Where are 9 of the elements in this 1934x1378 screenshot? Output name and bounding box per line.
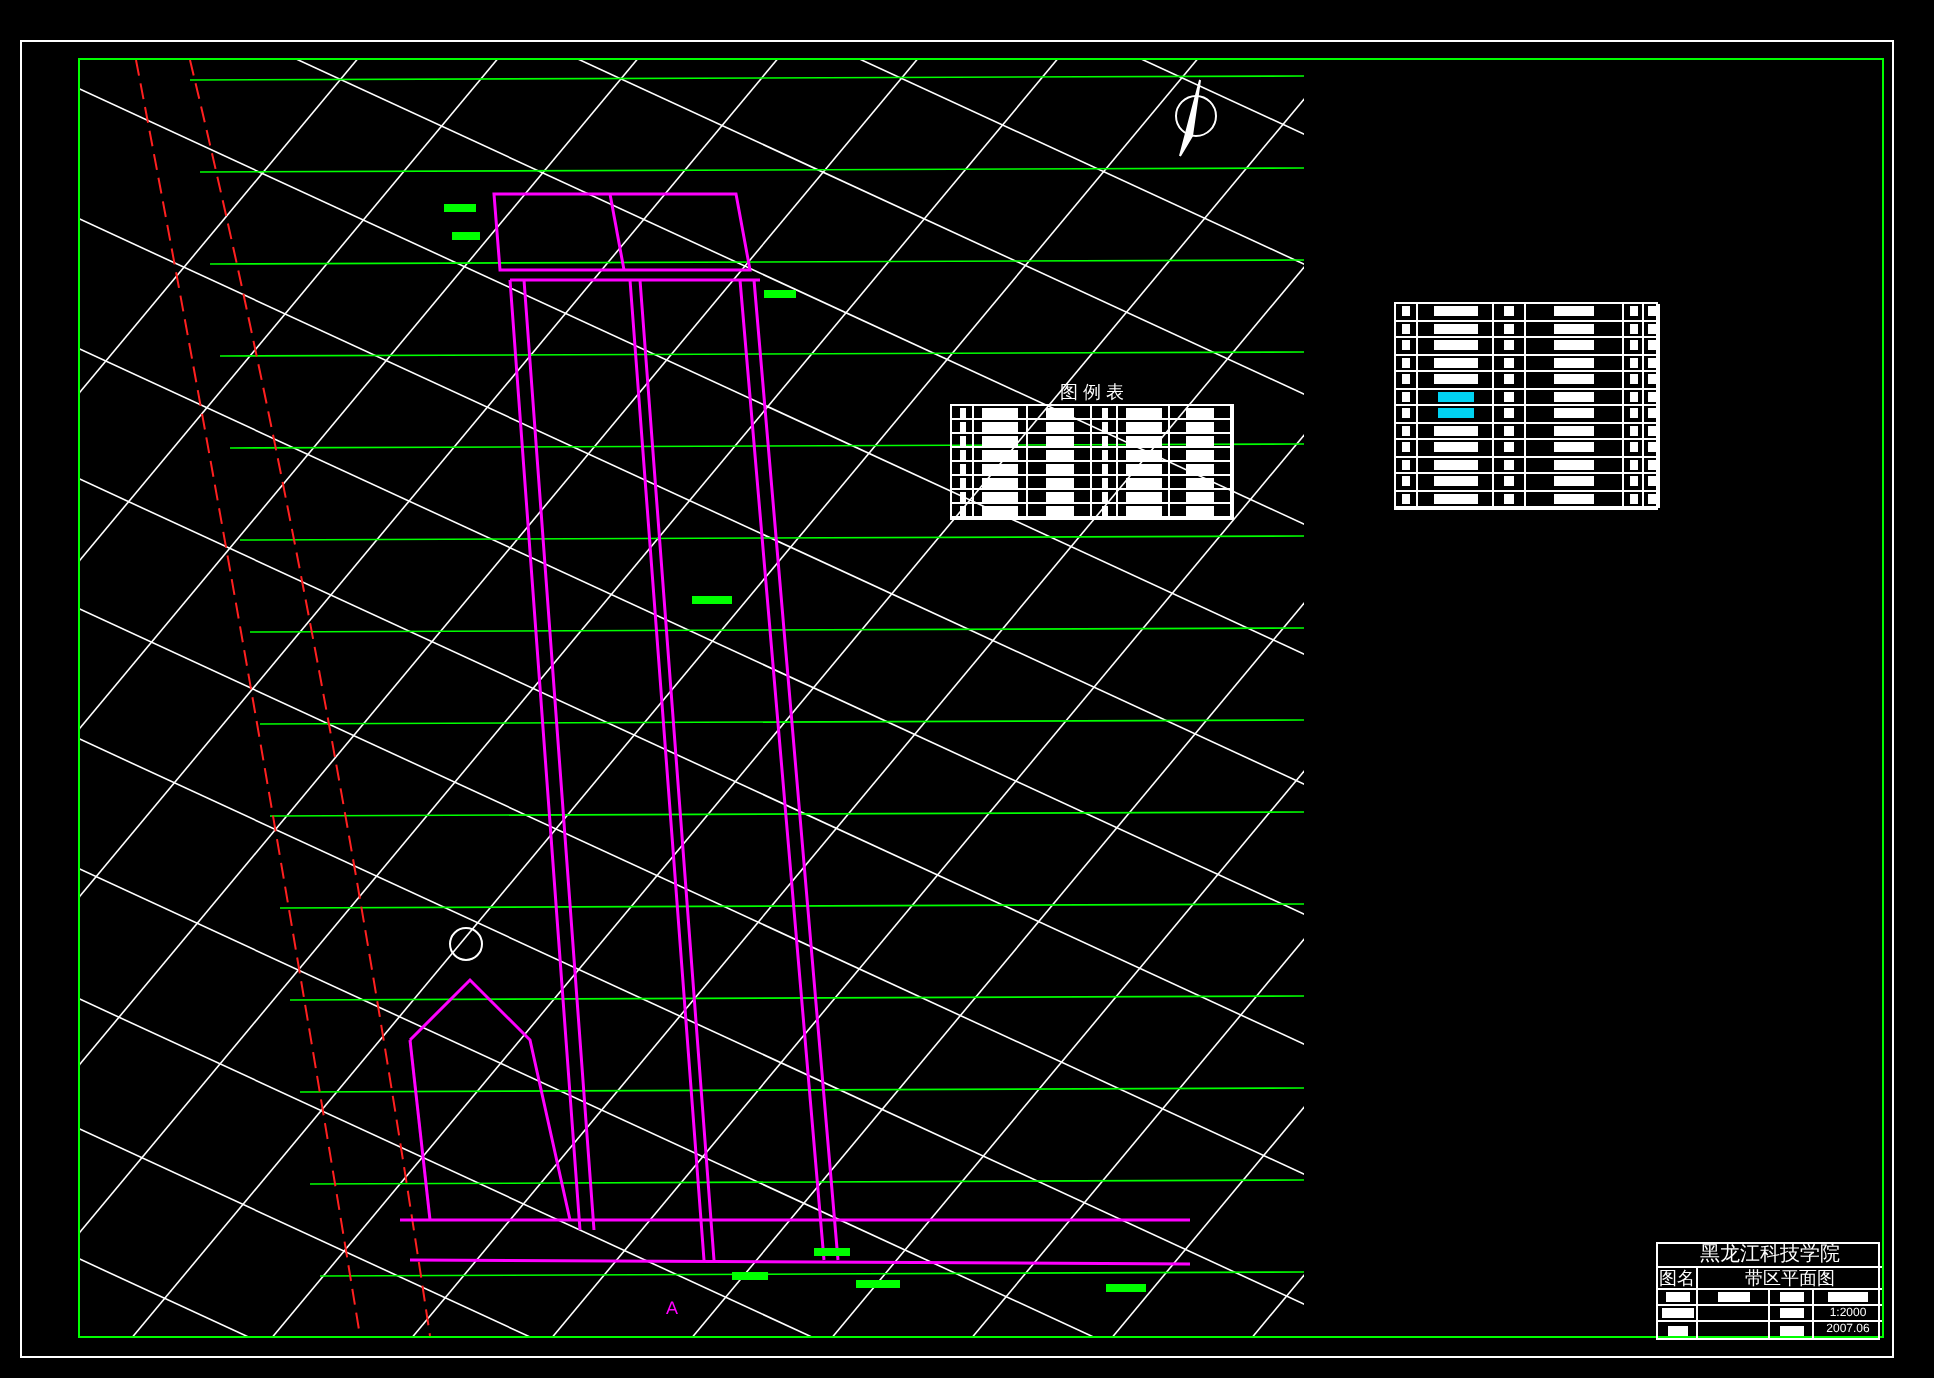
school-name: 黑龙江科技学院 bbox=[1658, 1244, 1882, 1268]
text-block bbox=[1437, 408, 1473, 419]
section-label: A bbox=[666, 1300, 679, 1318]
text-block bbox=[1779, 1325, 1803, 1335]
name-label: 图名 bbox=[1658, 1268, 1698, 1290]
legend-title: 图 例 表 bbox=[1057, 380, 1126, 404]
text-block bbox=[1667, 1325, 1687, 1335]
text-block bbox=[1437, 391, 1473, 402]
drawing-name: 带区平面图 bbox=[1698, 1268, 1882, 1290]
